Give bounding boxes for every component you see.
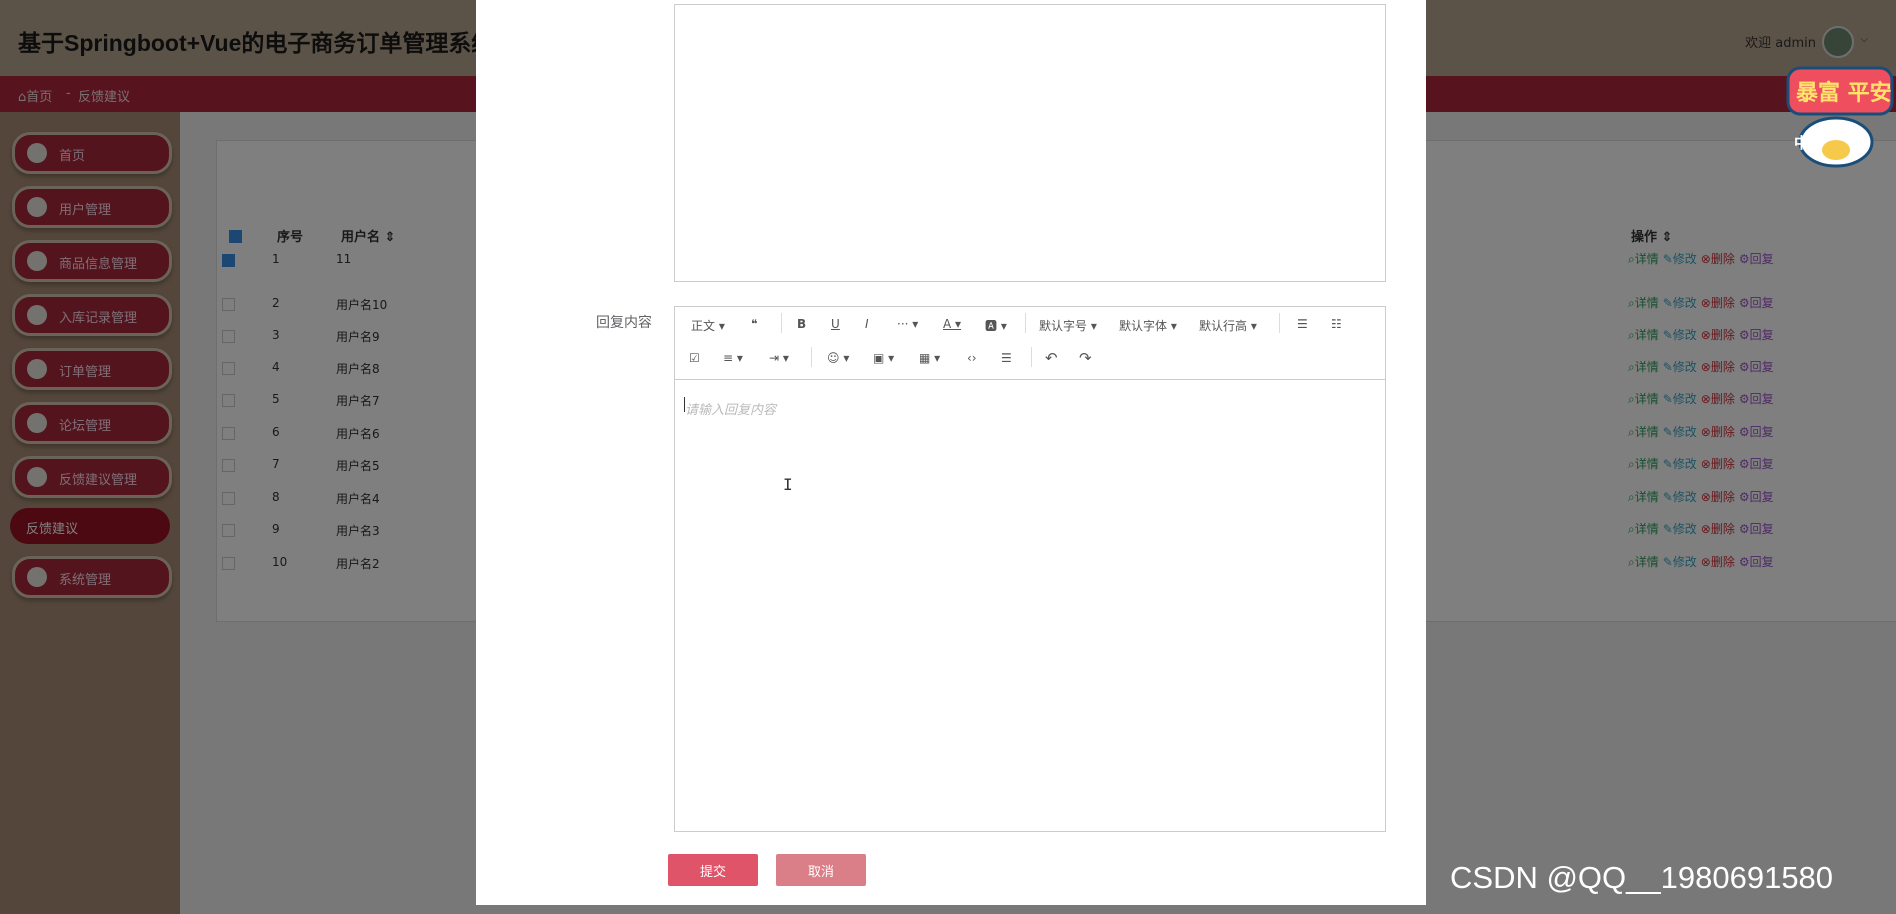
ibeam-cursor-icon: I (783, 475, 793, 494)
toolbar-separator (1025, 313, 1026, 333)
reply-content-label: 回复内容 (596, 315, 652, 331)
bullet-list-icon[interactable]: ☰ (1297, 317, 1308, 331)
bold-icon[interactable]: B (797, 317, 806, 331)
sticker-small-text: 中 (1794, 134, 1809, 152)
cancel-button[interactable]: 取消 (776, 854, 866, 886)
bg-color-icon[interactable]: 🅰 ▾ (985, 317, 1007, 334)
undo-icon[interactable]: ↶ (1045, 349, 1058, 367)
italic-icon[interactable]: I (865, 317, 869, 331)
image-icon[interactable]: ▣ ▾ (873, 351, 894, 365)
indent-icon[interactable]: ⇥ ▾ (769, 351, 789, 365)
redo-icon[interactable]: ↷ (1079, 349, 1092, 367)
font-family-select[interactable]: 默认字体 ▾ (1119, 317, 1177, 334)
paragraph-select[interactable]: 正文 ▾ (691, 317, 725, 334)
submit-button[interactable]: 提交 (668, 854, 758, 886)
table-icon[interactable]: ▦ ▾ (919, 351, 940, 365)
font-color-icon[interactable]: A ▾ (943, 317, 961, 331)
more-icon[interactable]: ··· ▾ (897, 317, 918, 331)
divider-icon[interactable]: ☰ (1001, 351, 1012, 365)
toolbar-separator (811, 347, 812, 367)
underline-icon[interactable]: U (831, 317, 840, 331)
editor-toolbar: 正文 ▾ ❝ B U I ··· ▾ A ▾ 🅰 ▾ 默认字号 ▾ 默认字体 ▾… (675, 307, 1385, 380)
todo-icon[interactable]: ☑ (689, 351, 700, 365)
feedback-content-area (674, 4, 1386, 282)
align-icon[interactable]: ≡ ▾ (723, 351, 743, 365)
watermark: CSDN @QQ__1980691580 (1450, 860, 1834, 895)
numbered-list-icon[interactable]: ☷ (1331, 317, 1342, 331)
code-icon[interactable]: ‹› (967, 351, 977, 365)
emoji-icon[interactable]: ☺ ▾ (827, 351, 849, 365)
font-size-select[interactable]: 默认字号 ▾ (1039, 317, 1097, 334)
line-height-select[interactable]: 默认行高 ▾ (1199, 317, 1257, 334)
toolbar-separator (1031, 347, 1032, 367)
quote-icon[interactable]: ❝ (751, 317, 757, 331)
sticker-decoration: 暴富 平安 中 (1786, 66, 1894, 168)
toolbar-separator (1279, 313, 1280, 333)
sticker-text: 暴富 平安 (1795, 80, 1892, 106)
reply-placeholder: 请输入回复内容 (685, 403, 777, 418)
reply-dialog: 回复内容 正文 ▾ ❝ B U I ··· ▾ A ▾ 🅰 ▾ 默认字号 ▾ 默… (476, 0, 1426, 905)
toolbar-separator (781, 313, 782, 333)
reply-editor[interactable]: 正文 ▾ ❝ B U I ··· ▾ A ▾ 🅰 ▾ 默认字号 ▾ 默认字体 ▾… (674, 306, 1386, 832)
